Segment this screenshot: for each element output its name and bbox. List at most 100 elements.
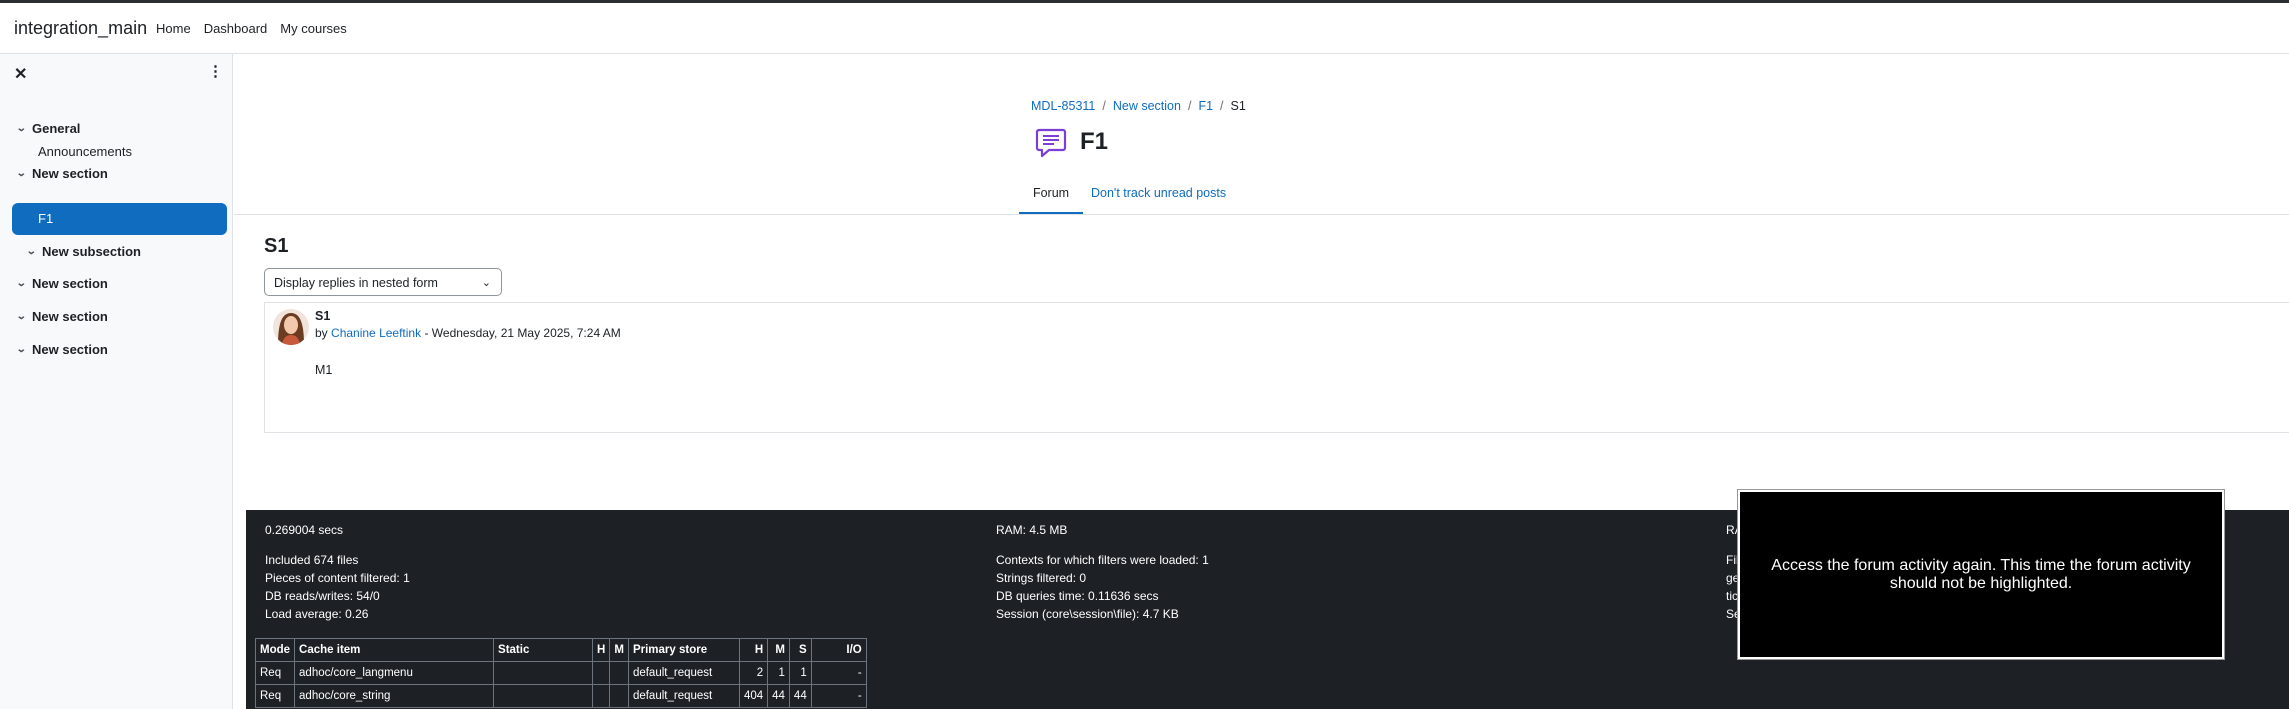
index-activity-f1[interactable]: F1 — [12, 203, 227, 235]
footer-line: Load average: 0.26 — [265, 607, 369, 621]
table-row: Req adhoc/core_langmenu default_request … — [254, 661, 867, 685]
display-mode-value: Display replies in nested form — [274, 276, 438, 290]
index-section-label: New section — [32, 166, 108, 181]
navbar: integration_main Home Dashboard My cours… — [0, 3, 2289, 54]
index-section-new-section-3[interactable]: ⌄ New section — [16, 309, 108, 324]
footer-line: Included 674 files — [265, 553, 359, 567]
th-mode: Mode — [254, 638, 296, 662]
index-activity-announcements[interactable]: Announcements — [38, 144, 132, 159]
footer-time: 0.269004 secs — [265, 523, 344, 537]
table-cell: default_request — [627, 661, 740, 685]
table-cell — [493, 684, 594, 708]
breadcrumb-course[interactable]: MDL-85311 — [1031, 99, 1095, 113]
breadcrumb-section[interactable]: New section — [1113, 99, 1181, 113]
footer-line: DB queries time: 0.11636 secs — [996, 589, 1159, 603]
display-mode-select[interactable]: Display replies in nested form ⌄ — [264, 268, 502, 296]
footer-line: DB reads/writes: 54/0 — [265, 589, 380, 603]
footer-line: Pieces of content filtered: 1 — [265, 571, 410, 585]
th-cache-item: Cache item — [294, 638, 495, 662]
cache-table-header: Mode Cache item Static H M Primary store… — [254, 638, 867, 662]
index-section-label: New section — [32, 342, 108, 357]
table-cell: 44 — [767, 684, 790, 708]
table-cell — [592, 684, 611, 708]
nav-dashboard[interactable]: Dashboard — [204, 21, 268, 36]
table-cell: 2 — [738, 661, 769, 685]
chevron-down-icon[interactable]: ⌄ — [16, 168, 34, 179]
footer-line: Strings filtered: 0 — [996, 571, 1087, 585]
page-title: F1 — [1080, 128, 1109, 155]
th-h2: H — [738, 638, 769, 662]
post-date: - Wednesday, 21 May 2025, 7:24 AM — [424, 326, 621, 340]
table-row: Req adhoc/core_string default_request 40… — [254, 684, 867, 708]
discussion-title: S1 — [264, 235, 289, 257]
chevron-down-icon[interactable]: ⌄ — [16, 344, 34, 355]
index-activity-label: Announcements — [38, 144, 132, 159]
index-section-general[interactable]: ⌄ General — [16, 121, 81, 136]
post-author-link[interactable]: Chanine Leeftink — [331, 326, 421, 340]
avatar[interactable] — [273, 309, 309, 345]
table-cell: 1 — [767, 661, 790, 685]
breadcrumb-separator: / — [1187, 99, 1192, 113]
breadcrumb: MDL-85311 / New section / F1 / S1 — [1031, 99, 1246, 113]
index-activity-label: F1 — [38, 211, 54, 226]
tab-dont-track-unread[interactable]: Don't track unread posts — [1091, 174, 1226, 212]
index-section-new-section-4[interactable]: ⌄ New section — [16, 342, 108, 357]
footer-ram: RAM: 4.5 MB — [996, 523, 1068, 537]
table-cell: default_request — [627, 684, 740, 708]
table-cell: adhoc/core_langmenu — [294, 661, 495, 685]
footer-col-2: RAM: 4.5 MB Contexts for which filters w… — [996, 521, 1209, 623]
tab-forum[interactable]: Forum — [1019, 174, 1083, 214]
table-cell — [592, 661, 611, 685]
chevron-down-icon[interactable]: ⌄ — [16, 278, 34, 289]
table-cell: - — [810, 661, 867, 685]
table-cell: 1 — [788, 661, 812, 685]
breadcrumb-separator: / — [1220, 99, 1224, 113]
main-content: MDL-85311 / New section / F1 / S1 F1 For… — [234, 54, 2289, 510]
post-byline: by Chanine Leeftink - Wednesday, 21 May … — [315, 326, 621, 340]
post-by: by — [315, 326, 328, 340]
th-s: S — [788, 638, 812, 662]
chevron-down-icon[interactable]: ⌄ — [16, 311, 34, 322]
cache-table: Mode Cache item Static H M Primary store… — [254, 638, 867, 708]
index-section-label: New section — [32, 276, 108, 291]
footer-col-1: 0.269004 secs Included 674 files Pieces … — [265, 521, 410, 623]
post-subject: S1 — [315, 309, 331, 323]
footer-line: Contexts for which filters were loaded: … — [996, 553, 1209, 567]
breadcrumb-separator: / — [1102, 99, 1106, 113]
table-cell — [493, 661, 594, 685]
kebab-menu-icon[interactable]: ⋮ — [208, 64, 223, 79]
footer-line: Session (core\session\file): 4.7 KB — [996, 607, 1179, 621]
table-cell: Req — [254, 661, 296, 685]
course-index-drawer: ✕ ⋮ ⌄ General Announcements ⌄ New sectio… — [0, 54, 233, 709]
breadcrumb-current: S1 — [1230, 99, 1246, 113]
nav-home[interactable]: Home — [156, 21, 191, 36]
index-section-new-section-1[interactable]: ⌄ New section — [16, 166, 108, 181]
th-static: Static — [493, 638, 594, 662]
th-primary-store: Primary store — [627, 638, 740, 662]
table-cell: Req — [254, 684, 296, 708]
table-cell: 404 — [738, 684, 769, 708]
index-subsection-new-subsection[interactable]: ⌄ New subsection — [26, 244, 141, 259]
index-section-label: General — [32, 121, 81, 136]
instruction-overlay: Access the forum activity again. This ti… — [1738, 490, 2224, 659]
post-message: M1 — [315, 363, 333, 377]
breadcrumb-forum[interactable]: F1 — [1198, 99, 1213, 113]
table-cell: adhoc/core_string — [294, 684, 495, 708]
index-section-label: New subsection — [42, 244, 141, 259]
close-icon[interactable]: ✕ — [14, 64, 27, 84]
th-io: I/O — [810, 638, 867, 662]
secondary-nav-tabs: Forum Don't track unread posts — [234, 174, 2289, 215]
index-section-new-section-2[interactable]: ⌄ New section — [16, 276, 108, 291]
th-m: M — [609, 638, 629, 662]
th-m2: M — [767, 638, 790, 662]
chevron-down-icon: ⌄ — [481, 277, 491, 289]
chevron-down-icon[interactable]: ⌄ — [16, 123, 34, 134]
forum-post: S1 by Chanine Leeftink - Wednesday, 21 M… — [264, 302, 2289, 433]
table-cell — [609, 661, 629, 685]
chevron-down-icon[interactable]: ⌄ — [26, 246, 44, 257]
nav-my-courses[interactable]: My courses — [280, 21, 346, 36]
site-brand[interactable]: integration_main — [14, 18, 147, 39]
primary-nav: Home Dashboard My courses — [156, 21, 347, 36]
table-cell — [609, 684, 629, 708]
instruction-text: Access the forum activity again. This ti… — [1771, 556, 2191, 592]
